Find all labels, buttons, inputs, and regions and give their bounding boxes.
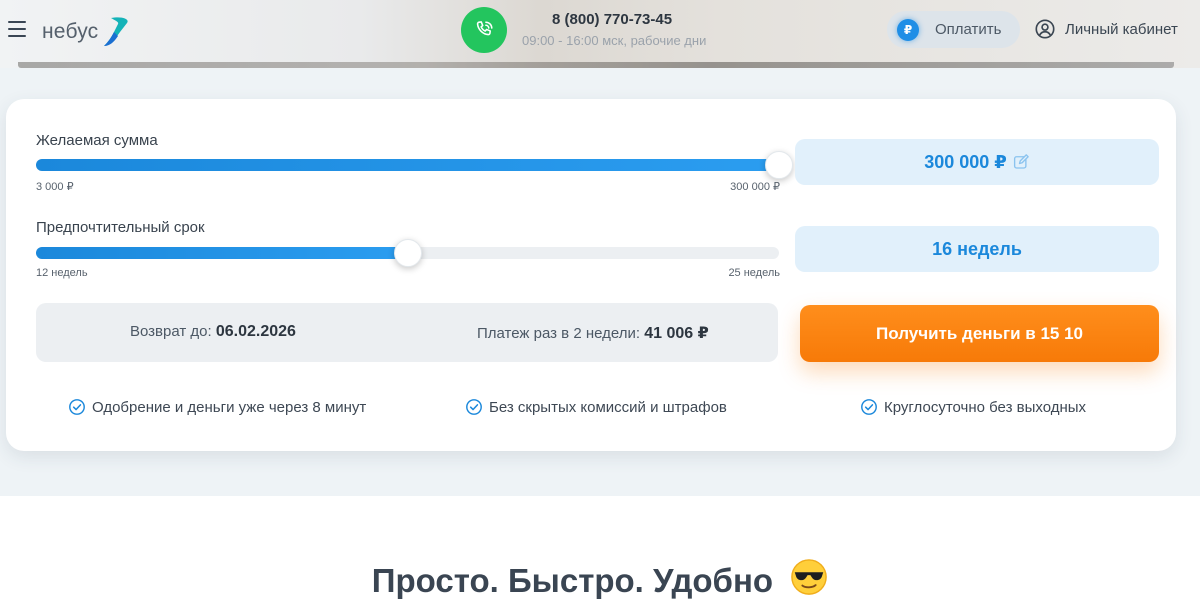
term-value-field[interactable]: 16 недель bbox=[795, 226, 1159, 272]
get-money-button[interactable]: Получить деньги в 15 10 bbox=[800, 305, 1159, 362]
term-label: Предпочтительный срок bbox=[36, 219, 205, 236]
feature-item: Без скрытых комиссий и штрафов bbox=[465, 398, 727, 416]
term-slider[interactable] bbox=[36, 239, 779, 267]
amount-label: Желаемая сумма bbox=[36, 132, 158, 149]
logo-text: небус bbox=[42, 20, 99, 43]
feature-text: Круглосуточно без выходных bbox=[884, 398, 1087, 416]
logo-wave-icon bbox=[104, 17, 129, 46]
user-icon bbox=[1035, 19, 1055, 39]
loan-summary: Возврат до: 06.02.2026 Платеж раз в 2 не… bbox=[36, 303, 778, 362]
payment-value: 41 006 ₽ bbox=[644, 325, 709, 342]
site-header: небус 8 (800) 770-73-45 09:00 - 16:00 мс… bbox=[0, 0, 1200, 68]
ruble-coin-icon: ₽ bbox=[897, 18, 919, 41]
payment-amount: Платеж раз в 2 недели: 41 006 ₽ bbox=[477, 323, 709, 343]
pay-button[interactable]: ₽ Оплатить bbox=[887, 11, 1020, 48]
amount-slider[interactable] bbox=[36, 151, 793, 179]
phone-number[interactable]: 8 (800) 770-73-45 bbox=[552, 11, 672, 28]
return-date: Возврат до: 06.02.2026 bbox=[130, 323, 296, 341]
amount-value: 300 000 ₽ bbox=[924, 151, 1007, 172]
term-value: 16 недель bbox=[932, 238, 1022, 259]
term-max-label: 25 недель bbox=[728, 267, 780, 279]
amount-min-label: 3 000 ₽ bbox=[36, 181, 74, 193]
work-hours: 09:00 - 16:00 мск, рабочие дни bbox=[522, 33, 707, 48]
feature-item: Круглосуточно без выходных bbox=[860, 398, 1086, 416]
feature-text: Без скрытых комиссий и штрафов bbox=[489, 398, 727, 416]
call-button[interactable] bbox=[461, 7, 507, 53]
feature-item: Одобрение и деньги уже через 8 минут bbox=[68, 398, 366, 416]
account-link[interactable]: Личный кабинет bbox=[1034, 18, 1178, 40]
term-slider-handle[interactable] bbox=[393, 239, 422, 267]
phone-icon bbox=[476, 21, 493, 36]
check-circle-icon bbox=[465, 398, 483, 416]
return-date-label: Возврат до: bbox=[130, 323, 212, 340]
section-heading-text: Просто. Быстро. Удобно bbox=[371, 562, 774, 599]
amount-slider-handle[interactable] bbox=[765, 151, 793, 179]
term-slider-fill bbox=[36, 247, 408, 259]
section-heading: Просто. Быстро. Удобно bbox=[0, 558, 1200, 600]
feature-text: Одобрение и деньги уже через 8 минут bbox=[92, 398, 367, 416]
term-min-label: 12 недель bbox=[36, 267, 88, 279]
sunglasses-emoji-icon bbox=[791, 559, 828, 595]
loan-calculator-card: Желаемая сумма 3 000 ₽ 300 000 ₽ 300 000… bbox=[6, 99, 1176, 451]
check-circle-icon bbox=[860, 398, 878, 416]
account-link-label: Личный кабинет bbox=[1065, 20, 1178, 38]
amount-value-field[interactable]: 300 000 ₽ bbox=[795, 139, 1159, 185]
amount-max-label: 300 000 ₽ bbox=[730, 181, 780, 193]
return-date-value: 06.02.2026 bbox=[215, 323, 296, 340]
menu-icon[interactable] bbox=[8, 21, 26, 37]
payment-label: Платеж раз в 2 недели: bbox=[477, 325, 641, 342]
check-circle-icon bbox=[68, 398, 86, 416]
amount-slider-fill bbox=[36, 159, 779, 171]
logo[interactable]: небус bbox=[42, 16, 130, 48]
edit-icon[interactable] bbox=[1012, 153, 1030, 171]
pay-button-label: Оплатить bbox=[935, 21, 1002, 38]
